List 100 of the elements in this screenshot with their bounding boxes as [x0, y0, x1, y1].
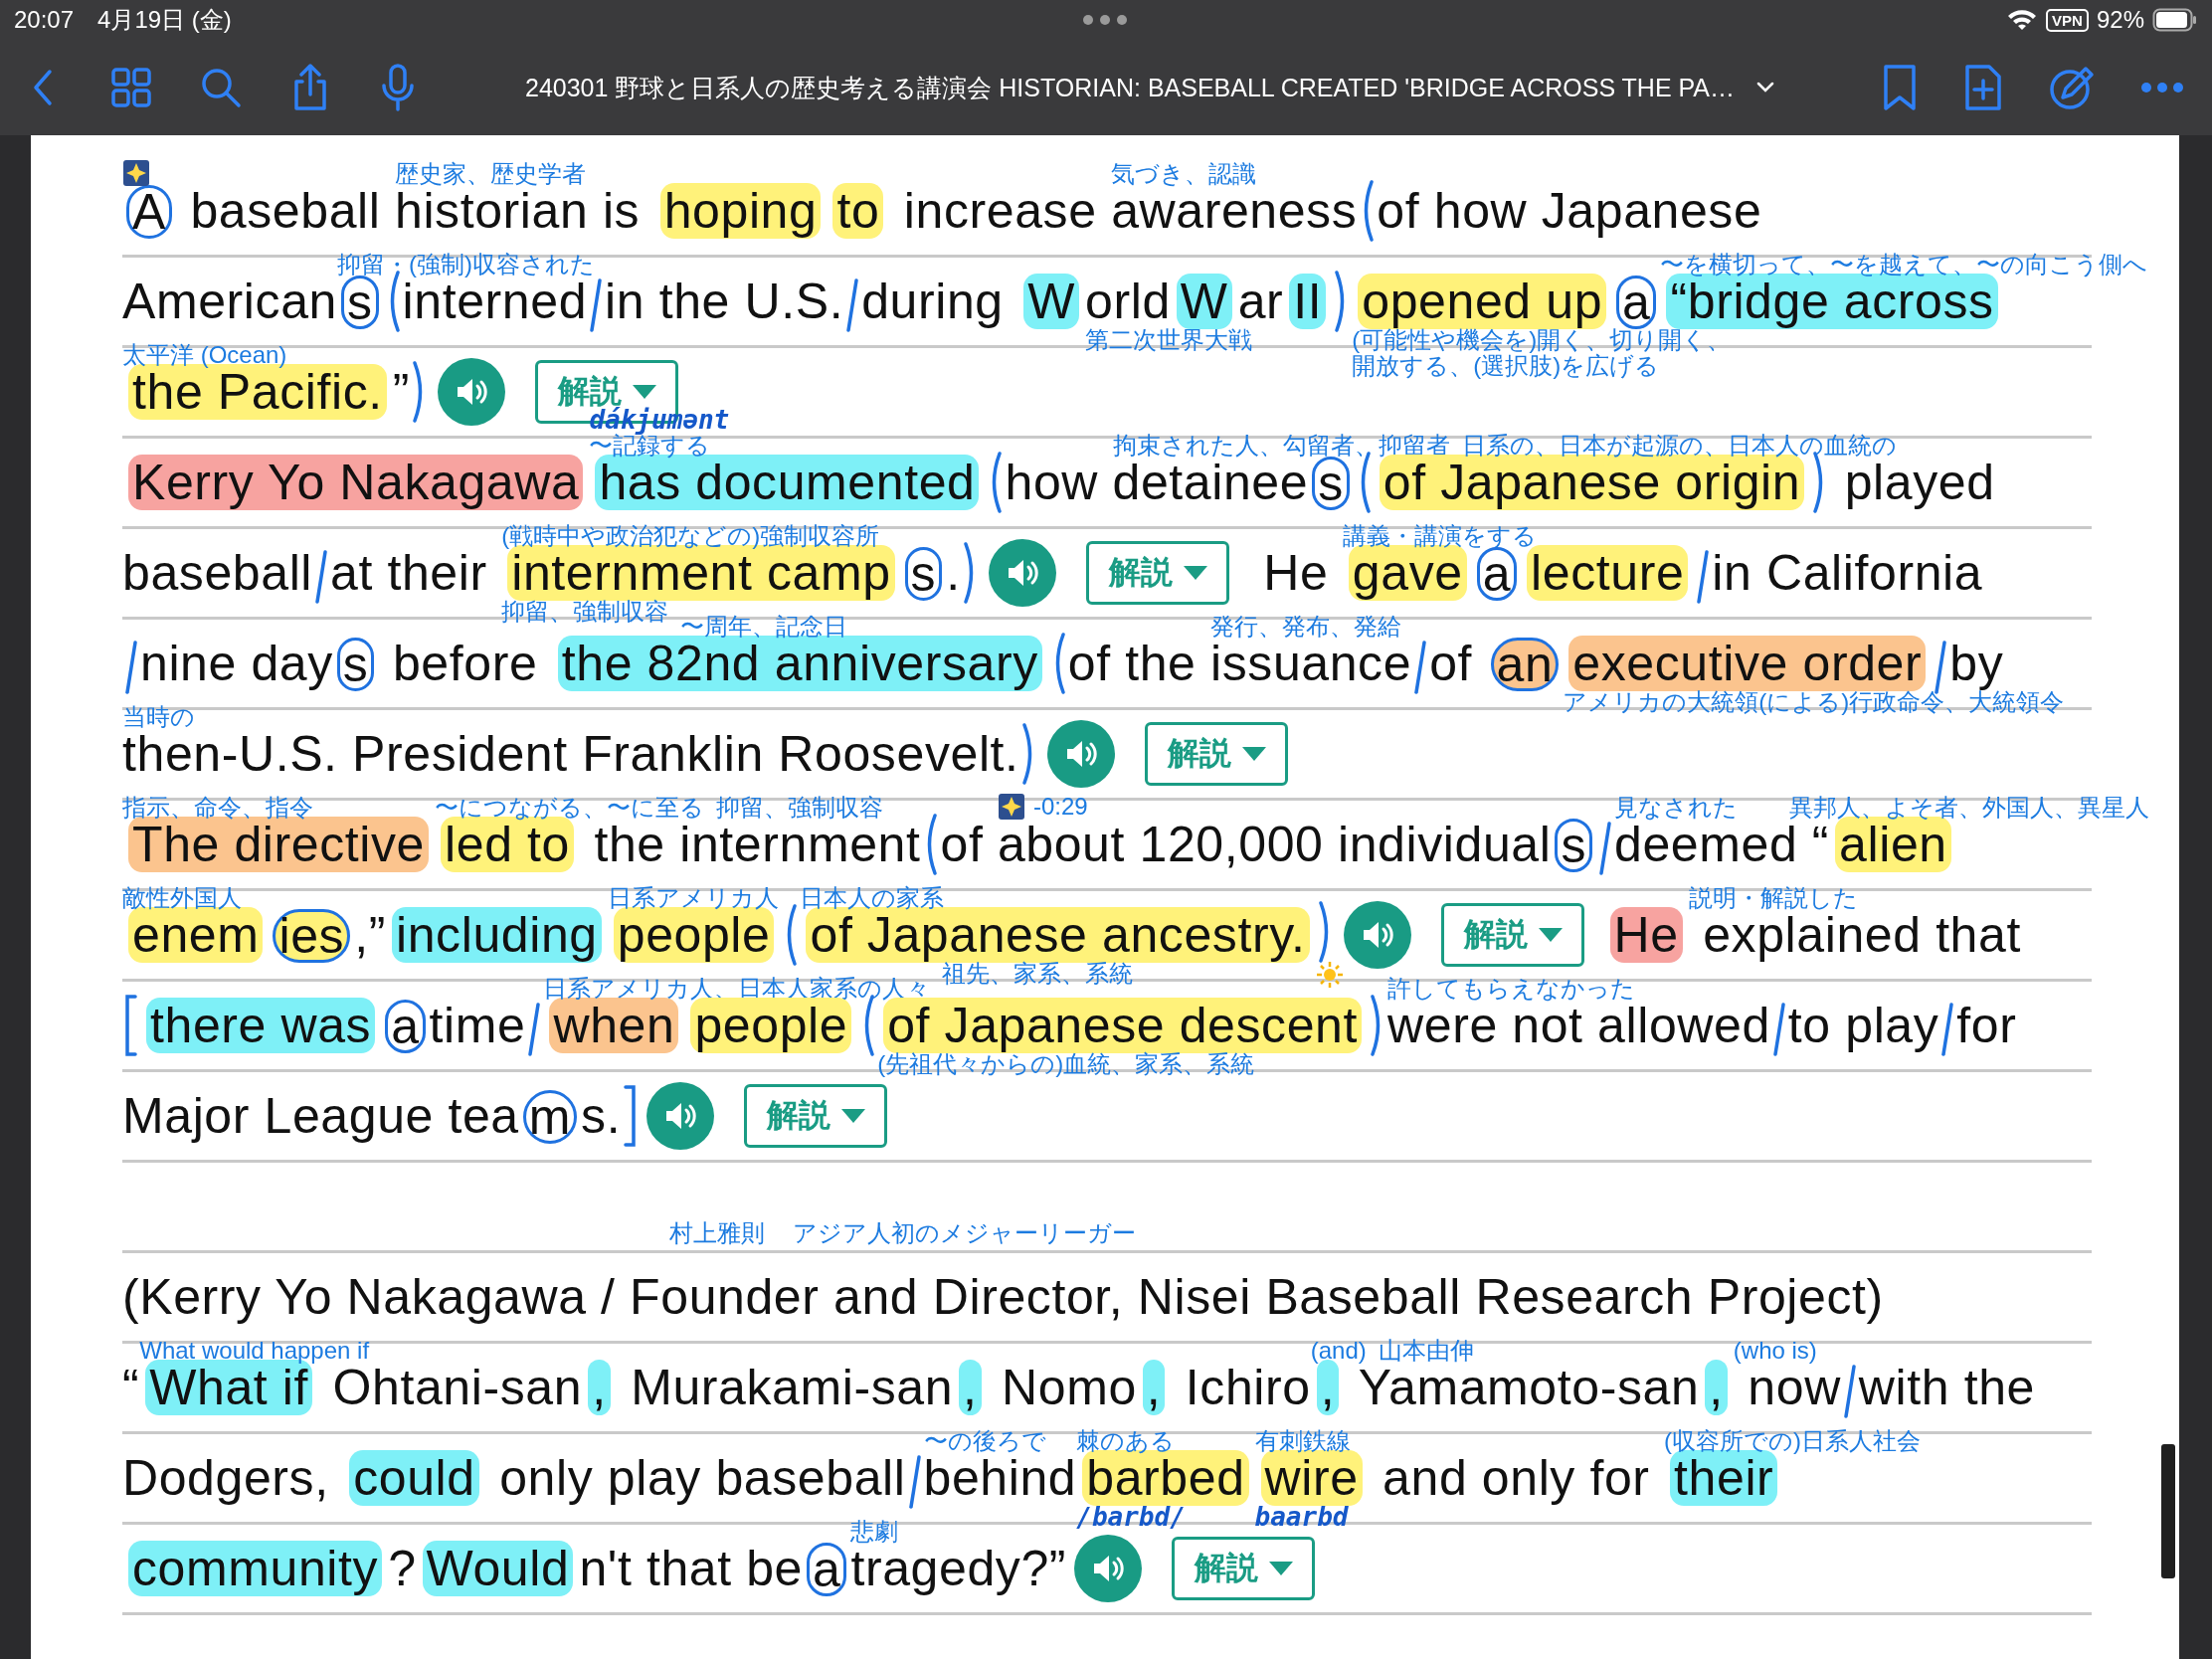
- chevron-down-icon[interactable]: [1756, 82, 1774, 93]
- annotation-text: (who is): [1733, 1338, 1817, 1364]
- annotation-text: 第二次世界大戦: [1085, 327, 1253, 353]
- slash-mark: [1599, 822, 1612, 875]
- caret-icon: [1268, 1561, 1295, 1576]
- annotation-text: -0:29: [1032, 794, 1088, 820]
- highlighted-text: hoping: [659, 183, 822, 239]
- passage-text: “: [122, 1360, 140, 1415]
- circled-text: s: [341, 276, 379, 329]
- highlighted-text: W: [1023, 274, 1080, 329]
- slash-mark: [315, 550, 328, 604]
- passage-text: in California: [1712, 545, 1983, 601]
- passage-text: He: [1262, 545, 1330, 601]
- annotation-text: (先祖代々からの)血統、家系、系統: [877, 1051, 1255, 1077]
- passage-text: n't that be: [579, 1541, 804, 1596]
- highlighted-text: ,: [588, 1360, 611, 1415]
- annotation-text: 村上雅則: [669, 1220, 765, 1246]
- more-icon[interactable]: [2140, 82, 2184, 93]
- passage-text: with the: [1858, 1360, 2035, 1415]
- passage-text: (Kerry Yo Nakagawa / Founder and Director, Nisei Baseball Research Project): [122, 1269, 1884, 1325]
- passage-text: of: [1429, 636, 1474, 691]
- passage-text: orld: [1085, 274, 1171, 329]
- status-date: 4月19日 (金): [97, 5, 232, 35]
- bookmark-icon[interactable]: [1882, 64, 1918, 111]
- circled-text: s: [336, 638, 375, 691]
- highlighted-text: could: [349, 1450, 479, 1506]
- circled-text: a: [1616, 276, 1657, 329]
- passage-text: during: [861, 274, 1005, 329]
- explain-button[interactable]: 解説: [744, 1084, 888, 1148]
- document-title[interactable]: 240301 野球と日系人の歴史考える講演会 HISTORIAN: BASEBALL CREATED 'BRIDGE ACROSS THE PA…: [525, 71, 1735, 104]
- handwritten-note: baarbd: [1254, 1504, 1349, 1530]
- passage-text: baseball: [189, 183, 382, 239]
- passage-text: at their: [330, 545, 488, 601]
- passage-text: only play baseball: [498, 1450, 906, 1506]
- circled-text: an: [1490, 638, 1560, 691]
- highlighted-text: opened up: [1358, 274, 1607, 329]
- circled-text: s: [1312, 457, 1350, 510]
- sun-icon: [1315, 961, 1344, 989]
- slash-mark: [1941, 1003, 1954, 1056]
- speaker-icon: [455, 377, 489, 407]
- caret-icon: [1182, 565, 1208, 581]
- explain-button[interactable]: 解説: [1440, 903, 1584, 967]
- slash-mark: [1697, 550, 1710, 604]
- highlighted-text: Would: [422, 1541, 574, 1596]
- annotation-text: 祖先、家系、系統: [942, 961, 1134, 987]
- highlighted-text: II: [1289, 274, 1327, 329]
- passage-text: time: [429, 998, 526, 1053]
- caret-icon: [1240, 746, 1267, 762]
- handwritten-note: /barbd/: [1076, 1504, 1186, 1530]
- annotation-text: アメリカの大統領(による)行政命令、大統領令: [1563, 689, 2065, 715]
- highlighted-text: ,: [1705, 1360, 1728, 1415]
- highlighted-text: He: [1609, 907, 1683, 963]
- caret-icon: [1537, 927, 1564, 943]
- speaker-icon: [663, 1101, 698, 1131]
- passage-text: before: [391, 636, 539, 691]
- explain-button[interactable]: 解説: [1144, 722, 1288, 786]
- add-page-icon[interactable]: [1963, 64, 2003, 111]
- annotation-text: 山本由伸: [1378, 1338, 1474, 1364]
- circled-text: m: [522, 1090, 578, 1144]
- slash-mark: [908, 1455, 921, 1509]
- battery-icon: [2152, 8, 2198, 32]
- passage-text: by: [1949, 636, 2004, 691]
- annotation-text: 当時の: [122, 704, 195, 730]
- vpn-badge: VPN: [2046, 8, 2089, 32]
- slash-mark: [1772, 1003, 1785, 1056]
- circled-text: a: [1476, 547, 1518, 601]
- annotation-text: 開放する、(選択肢)を広げる: [1352, 353, 1660, 379]
- passage-text: increase: [902, 183, 1098, 239]
- passage-text: President Franklin Roosevelt.: [351, 726, 1019, 782]
- highlighted-text: executive order: [1568, 636, 1927, 691]
- passage-text: Ichiro: [1184, 1360, 1311, 1415]
- annotation-text: アジア人初のメジャーリーガー: [793, 1220, 1136, 1246]
- square-bracket-mark: [125, 995, 137, 1056]
- highlighted-text: W: [1176, 274, 1232, 329]
- search-icon[interactable]: [199, 66, 243, 109]
- passage-text: how: [1005, 455, 1099, 510]
- explain-button[interactable]: 解説: [1085, 541, 1229, 605]
- passage-text: American: [122, 274, 337, 329]
- scrollbar-thumb[interactable]: [2161, 1444, 2175, 1578]
- explain-button[interactable]: 解説: [1172, 1537, 1316, 1600]
- highlighted-text: community: [128, 1541, 383, 1596]
- annotation-text: 抑留、強制収容: [501, 599, 669, 625]
- highlighted-text: ,: [1142, 1360, 1166, 1415]
- passage-text: and only for: [1382, 1450, 1651, 1506]
- annotation-text: (可能性や機会を)開く、切り開く、: [1352, 327, 1732, 353]
- passage-text: about 120,000: [997, 817, 1324, 872]
- more-dots-icon: [1082, 14, 1128, 26]
- circled-text: a: [385, 1000, 426, 1053]
- highlighted-text: there was: [146, 998, 376, 1053]
- slash-mark: [1843, 1365, 1856, 1418]
- pencil-circle-icon[interactable]: [2049, 65, 2095, 110]
- status-time: 20:07: [14, 6, 75, 34]
- passage-text: ?: [388, 1541, 417, 1596]
- grid-icon[interactable]: [109, 66, 153, 109]
- passage-text: for: [1956, 998, 2017, 1053]
- highlighted-text: to: [832, 183, 884, 239]
- passage-text: to play: [1787, 998, 1939, 1053]
- passage-text: Major League tea: [122, 1088, 519, 1144]
- slash-mark: [590, 278, 603, 332]
- passage-text: that: [1935, 907, 2021, 963]
